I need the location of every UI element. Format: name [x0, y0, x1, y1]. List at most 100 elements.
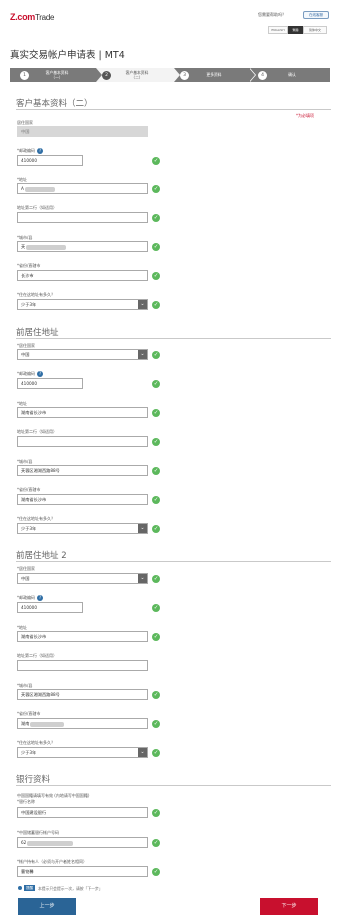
postal-code-input[interactable]: 410000 — [17, 155, 83, 166]
help-icon[interactable]: ? — [37, 148, 43, 154]
address-input[interactable]: A — [17, 183, 148, 194]
page-title: 真实交易帐户申请表 | MT4 — [10, 50, 125, 61]
prev2-city-input[interactable]: 湖南 — [17, 718, 148, 729]
step-arrow — [249, 68, 255, 82]
country-field: 中国 — [17, 126, 148, 137]
check-icon: ✓ — [152, 243, 160, 251]
prev2-city-value: 湖南 — [21, 721, 30, 726]
check-icon: ✓ — [152, 380, 160, 388]
account-holder-label: *帐户持有人（必须与开户者姓名相同） — [17, 859, 87, 864]
chevron-down-icon[interactable]: ⌄ — [138, 350, 147, 359]
prev2-address-input[interactable]: 湖南省长沙市 — [17, 631, 148, 642]
reminder-text: 本提示只会提示一次，请按「下一步」 — [38, 886, 103, 891]
prev-address-input[interactable]: 湖南省长沙市 — [17, 407, 148, 418]
live-chat-button[interactable]: 在线客服 — [303, 11, 329, 19]
prev2-address2-label: 地址第二行（如适用） — [17, 653, 57, 658]
section-divider — [16, 785, 331, 786]
prev-country-select[interactable]: 中国 ⌄ — [17, 349, 148, 360]
section-title-basic-info: 客户基本资料（二） — [16, 99, 93, 109]
chevron-down-icon[interactable]: ⌄ — [138, 748, 147, 757]
check-icon: ✓ — [152, 691, 160, 699]
account-number-label: *中国储蓄银行帐户号码 — [17, 830, 59, 835]
check-icon: ✓ — [152, 496, 160, 504]
prev-district-input[interactable]: 芙蓉区湘湖西路88号 — [17, 465, 148, 476]
check-icon: ✓ — [152, 214, 160, 222]
bank-name-input[interactable]: 中国建设银行 — [17, 807, 148, 818]
check-icon: ✓ — [152, 157, 160, 165]
postal-label-text: *邮政编码 — [17, 148, 35, 153]
step-1-label: 客户基本资料 （一） — [45, 69, 69, 80]
prev2-postal-code-input[interactable]: 410000 — [17, 602, 83, 613]
step-1-number: 1 — [20, 70, 29, 80]
prev2-district-input[interactable]: 芙蓉区湘湖西路88号 — [17, 689, 148, 700]
prev2-country-select[interactable]: 中国 ⌄ — [17, 573, 148, 584]
prev-city-input[interactable]: 湖南省长沙市 — [17, 494, 148, 505]
prev-address2-input[interactable] — [17, 436, 148, 447]
check-icon: ✓ — [152, 409, 160, 417]
years-label: *住在这地址有多久？ — [17, 292, 55, 297]
step-4-number: 4 — [258, 70, 267, 80]
check-icon: ✓ — [152, 301, 160, 309]
account-number-input[interactable]: 62 — [17, 837, 148, 848]
prev-postal-label: *邮政编码? — [17, 371, 43, 377]
prev-city-label: *省份/直辖市 — [17, 487, 41, 492]
check-icon: ✓ — [152, 185, 160, 193]
check-icon: ✓ — [152, 809, 160, 817]
account-holder-input[interactable]: 曹铭馨 — [17, 866, 148, 877]
years-select[interactable]: 少于3年 ⌄ — [17, 299, 148, 310]
help-icon[interactable]: ? — [37, 371, 43, 377]
prev2-postal-label-text: *邮政编码 — [17, 595, 35, 600]
city-label: *省份/直辖市 — [17, 263, 41, 268]
prev-postal-label-text: *邮政编码 — [17, 371, 35, 376]
brand-logo: Z.comTrade — [10, 12, 54, 22]
lang-traditional[interactable]: 繁體 — [288, 26, 303, 34]
prev2-country-label: *居住国家 — [17, 566, 35, 571]
check-icon: ✓ — [152, 604, 160, 612]
step-2-number: 2 — [102, 70, 111, 80]
chevron-down-icon[interactable]: ⌄ — [138, 300, 147, 309]
address2-label: 地址第二行（如适用） — [17, 205, 57, 210]
radio-button[interactable] — [18, 886, 22, 890]
prev2-years-label: *住在这地址有多久？ — [17, 740, 55, 745]
address2-input[interactable] — [17, 212, 148, 223]
chevron-down-icon[interactable]: ⌄ — [138, 524, 147, 533]
check-icon: ✓ — [152, 467, 160, 475]
step-3-number: 3 — [180, 70, 189, 80]
help-text: 您需要帮助吗？ — [258, 12, 286, 17]
check-icon: ✓ — [152, 351, 160, 359]
check-icon: ✓ — [152, 839, 160, 847]
prev-address2-label: 地址第二行（如适用） — [17, 429, 57, 434]
prev-years-select[interactable]: 少于3年 ⌄ — [17, 523, 148, 534]
lang-english[interactable]: ENGLISH — [268, 26, 288, 34]
check-icon: ✓ — [152, 749, 160, 757]
check-icon: ✓ — [152, 525, 160, 533]
city-input[interactable]: 长沙市 — [17, 270, 148, 281]
district-input[interactable]: 芙 — [17, 241, 148, 252]
logo-brand: Z.com — [10, 12, 36, 22]
section-divider — [16, 561, 331, 562]
check-icon: ✓ — [152, 720, 160, 728]
help-icon[interactable]: ? — [37, 595, 43, 601]
section-divider — [16, 109, 331, 110]
prev2-address2-input[interactable] — [17, 660, 148, 671]
lang-simplified[interactable]: 简体中文 — [303, 26, 327, 34]
step-2-label: 客户基本资料 （二） — [125, 69, 149, 80]
check-icon: ✓ — [152, 633, 160, 641]
postal-label: *邮政编码? — [17, 148, 43, 154]
step-4-label: 确认 — [288, 72, 296, 77]
required-note: *为必填项 — [296, 113, 314, 118]
account-number-value: 62 — [21, 840, 27, 845]
redacted-block — [24, 186, 55, 192]
address-value: A — [21, 186, 24, 191]
prev2-years-select[interactable]: 少于3年 ⌄ — [17, 747, 148, 758]
prev-postal-code-input[interactable]: 410000 — [17, 378, 83, 389]
previous-button[interactable]: 上一步 — [18, 898, 76, 915]
chevron-down-icon[interactable]: ⌄ — [138, 574, 147, 583]
years-value: 少于3年 — [21, 302, 37, 307]
next-button[interactable]: 下一步 — [260, 898, 318, 915]
redacted-block — [30, 721, 65, 727]
check-icon: ✓ — [152, 438, 160, 446]
check-icon: ✓ — [152, 575, 160, 583]
section-title-previous-address-2: 前居住地址 2 — [16, 551, 67, 561]
step-3-label: 更多资料 — [206, 72, 222, 77]
